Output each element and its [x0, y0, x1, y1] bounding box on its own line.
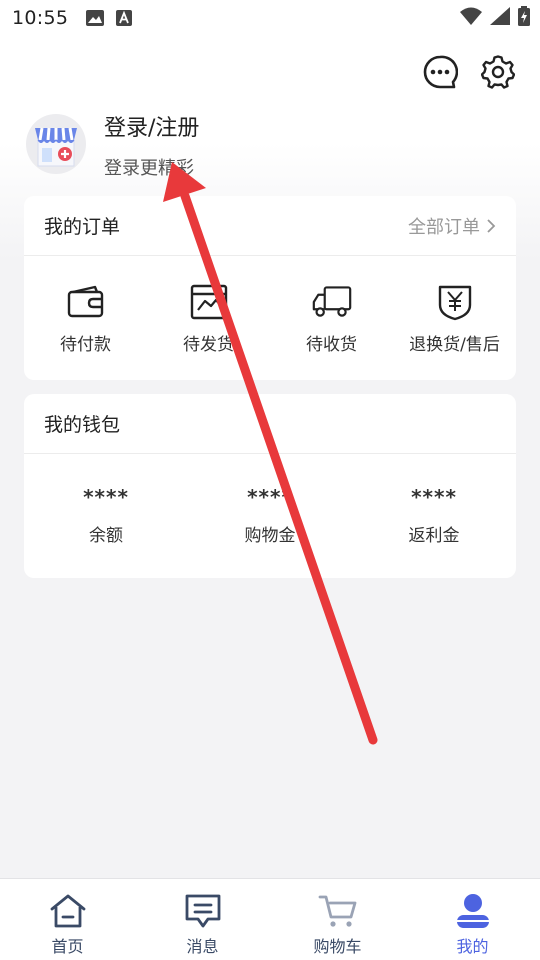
gear-icon [481, 55, 515, 89]
order-pending-shipment[interactable]: 待发货 [147, 256, 270, 380]
orders-header: 我的订单 全部订单 [24, 196, 516, 256]
settings-button[interactable] [480, 54, 516, 90]
tab-label: 消息 [186, 937, 219, 956]
status-time: 10:55 [12, 7, 69, 29]
login-register-title[interactable]: 登录/注册 [104, 110, 199, 142]
wallet-shopping-credit[interactable]: **** 购物金 [188, 454, 352, 576]
user-icon [453, 891, 493, 931]
tab-label: 购物车 [313, 937, 362, 956]
profile-section[interactable]: 登录/注册 登录更精彩 [24, 108, 516, 184]
order-label: 待付款 [60, 334, 111, 355]
order-status-row: 待付款 待发货 待收货 退换货/售后 [24, 256, 516, 380]
cart-icon [318, 891, 358, 931]
wallet-label: 购物金 [244, 525, 296, 546]
wallet-value: **** [83, 484, 129, 509]
wallet-label: 余额 [89, 525, 123, 546]
battery-icon [518, 6, 530, 30]
tab-label: 我的 [456, 937, 489, 956]
shop-avatar-icon [35, 127, 77, 167]
bottom-tab-bar: 首页 消息 购物车 我的 [0, 878, 540, 960]
all-orders-link[interactable]: 全部订单 [408, 213, 496, 239]
order-pending-payment[interactable]: 待付款 [24, 256, 147, 380]
message-button[interactable] [422, 54, 458, 90]
orders-card: 我的订单 全部订单 待付款 待发货 待收货 退换货/售后 [24, 196, 516, 380]
header-actions [422, 54, 516, 90]
package-icon [189, 282, 229, 322]
home-icon [48, 891, 88, 931]
login-subtitle: 登录更精彩 [104, 158, 194, 179]
avatar[interactable] [26, 114, 86, 174]
tab-home[interactable]: 首页 [0, 879, 135, 960]
signal-icon [490, 7, 510, 29]
truck-icon [312, 282, 352, 322]
refund-icon [435, 282, 475, 322]
order-pending-receipt[interactable]: 待收货 [270, 256, 393, 380]
wifi-icon [460, 7, 482, 29]
wallet-rebate[interactable]: **** 返利金 [352, 454, 516, 576]
tab-cart[interactable]: 购物车 [270, 879, 405, 960]
tab-label: 首页 [51, 937, 84, 956]
chat-bubble-icon [423, 55, 458, 89]
text-notification-icon [116, 10, 133, 26]
order-label: 待发货 [183, 334, 234, 355]
order-label: 待收货 [306, 334, 357, 355]
wallet-card: 我的钱包 **** 余额 **** 购物金 **** 返利金 [24, 394, 516, 578]
wallet-label: 返利金 [408, 525, 460, 546]
order-refund-aftersale[interactable]: 退换货/售后 [393, 256, 516, 380]
wallet-header: 我的钱包 [24, 394, 516, 454]
chevron-right-icon [487, 218, 496, 233]
wallet-value: **** [247, 484, 293, 509]
image-notification-icon [86, 10, 105, 26]
wallet-value: **** [411, 484, 457, 509]
tab-messages[interactable]: 消息 [135, 879, 270, 960]
wallet-title: 我的钱包 [44, 414, 121, 436]
orders-title: 我的订单 [44, 216, 121, 238]
message-icon [183, 891, 223, 931]
tab-mine[interactable]: 我的 [405, 879, 540, 960]
wallet-icon [66, 282, 106, 322]
all-orders-label: 全部订单 [408, 216, 480, 238]
wallet-balance[interactable]: **** 余额 [24, 454, 188, 576]
order-label: 退换货/售后 [409, 334, 500, 355]
wallet-row: **** 余额 **** 购物金 **** 返利金 [24, 454, 516, 576]
status-bar: 10:55 [0, 0, 540, 36]
